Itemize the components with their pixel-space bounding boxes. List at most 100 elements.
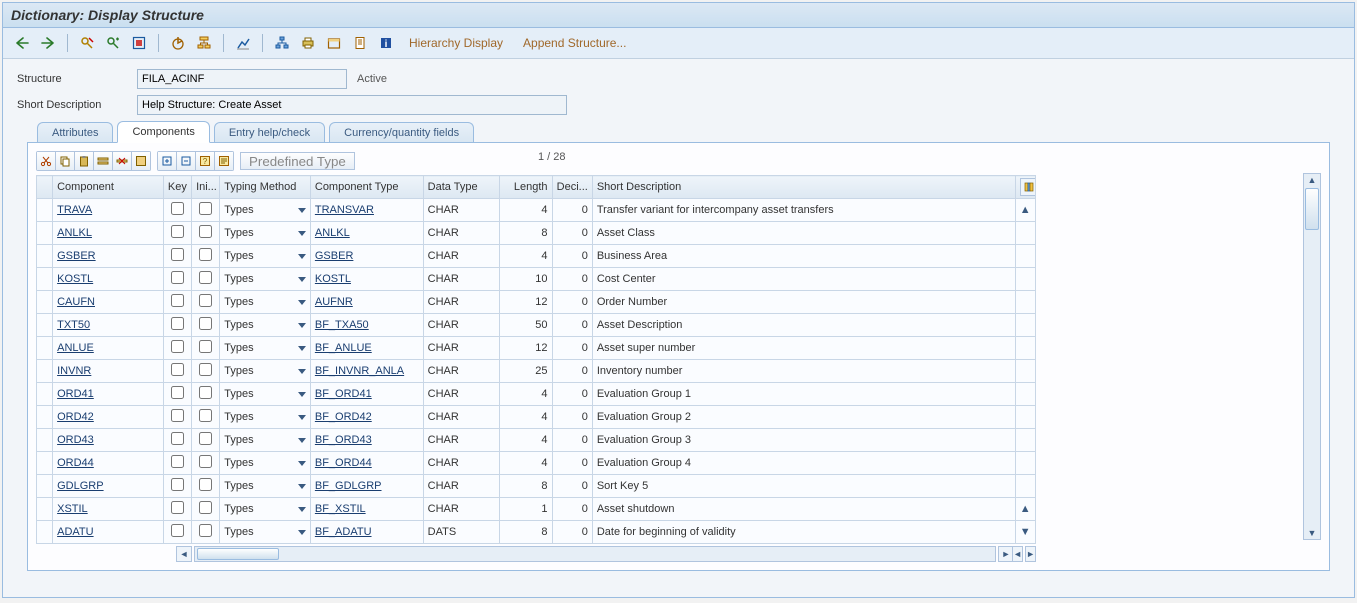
ini-checkbox[interactable] (199, 501, 212, 514)
ini-checkbox[interactable] (199, 386, 212, 399)
component-link[interactable]: ANLKL (57, 227, 92, 239)
ini-checkbox[interactable] (199, 340, 212, 353)
cell-component[interactable]: GSBER (53, 245, 164, 268)
ini-checkbox[interactable] (199, 317, 212, 330)
chevron-down-icon[interactable] (298, 346, 306, 351)
ini-checkbox[interactable] (199, 409, 212, 422)
key-checkbox[interactable] (171, 248, 184, 261)
component-link[interactable]: TRAVA (57, 204, 92, 216)
component-link[interactable]: ANLUE (57, 342, 94, 354)
key-checkbox[interactable] (171, 455, 184, 468)
ini-checkbox[interactable] (199, 524, 212, 537)
chevron-down-icon[interactable] (298, 323, 306, 328)
cell-typing[interactable]: Types (220, 337, 311, 360)
delete-row-button[interactable] (113, 151, 132, 171)
where-used-button[interactable] (193, 32, 215, 54)
hierarchy-display-link[interactable]: Hierarchy Display (401, 36, 511, 50)
v-scrollbar[interactable]: ▲ ▼ (1303, 173, 1321, 540)
key-checkbox[interactable] (171, 409, 184, 422)
cell-typing[interactable]: Types (220, 429, 311, 452)
chevron-down-icon[interactable] (298, 461, 306, 466)
ini-checkbox[interactable] (199, 271, 212, 284)
other-object-button[interactable] (102, 32, 124, 54)
cell-key[interactable] (163, 245, 191, 268)
cell-component[interactable]: INVNR (53, 360, 164, 383)
cell-typing[interactable]: Types (220, 245, 311, 268)
cell-typing[interactable]: Types (220, 452, 311, 475)
cell-component[interactable]: TRAVA (53, 199, 164, 222)
component-link[interactable]: ORD43 (57, 434, 94, 446)
cell-component[interactable]: CAUFN (53, 291, 164, 314)
cell-ini[interactable] (192, 314, 220, 337)
tab-currency[interactable]: Currency/quantity fields (329, 122, 474, 143)
cell-ini[interactable] (192, 383, 220, 406)
chevron-down-icon[interactable] (298, 300, 306, 305)
cell-typing[interactable]: Types (220, 222, 311, 245)
col-key[interactable]: Key (163, 176, 191, 199)
cell-ini[interactable] (192, 291, 220, 314)
col-deci[interactable]: Deci... (552, 176, 592, 199)
cell-typing[interactable]: Types (220, 406, 311, 429)
select-all-button[interactable] (132, 151, 151, 171)
graphic-button[interactable] (232, 32, 254, 54)
cell-ini[interactable] (192, 245, 220, 268)
col-typing[interactable]: Typing Method (220, 176, 311, 199)
ini-checkbox[interactable] (199, 225, 212, 238)
scroll-right2-icon[interactable]: ► (1025, 546, 1036, 562)
cell-key[interactable] (163, 429, 191, 452)
structure-field[interactable] (137, 69, 347, 89)
ctype-link[interactable]: BF_ORD42 (315, 411, 372, 423)
tab-components[interactable]: Components (117, 121, 209, 143)
col-desc[interactable]: Short Description (592, 176, 1015, 199)
cut-button[interactable] (36, 151, 56, 171)
component-link[interactable]: CAUFN (57, 296, 95, 308)
chevron-down-icon[interactable] (298, 415, 306, 420)
component-link[interactable]: KOSTL (57, 273, 93, 285)
cell-key[interactable] (163, 452, 191, 475)
key-checkbox[interactable] (171, 225, 184, 238)
key-checkbox[interactable] (171, 432, 184, 445)
ini-checkbox[interactable] (199, 478, 212, 491)
row-marker[interactable] (37, 245, 53, 268)
ctype-link[interactable]: KOSTL (315, 273, 351, 285)
component-link[interactable]: TXT50 (57, 319, 90, 331)
ctype-link[interactable]: BF_GDLGRP (315, 480, 382, 492)
chevron-down-icon[interactable] (298, 208, 306, 213)
tab-entry-help[interactable]: Entry help/check (214, 122, 325, 143)
expand-button[interactable] (157, 151, 177, 171)
cell-typing[interactable]: Types (220, 199, 311, 222)
ctype-link[interactable]: ANLKL (315, 227, 350, 239)
row-marker[interactable] (37, 199, 53, 222)
cell-ini[interactable] (192, 268, 220, 291)
component-link[interactable]: ADATU (57, 526, 93, 538)
ctype-link[interactable]: GSBER (315, 250, 354, 262)
cell-key[interactable] (163, 383, 191, 406)
cell-ctype[interactable]: TRANSVAR (310, 199, 423, 222)
cell-ctype[interactable]: KOSTL (310, 268, 423, 291)
cell-component[interactable]: TXT50 (53, 314, 164, 337)
hierarchy-icon[interactable] (271, 32, 293, 54)
cell-ini[interactable] (192, 429, 220, 452)
cell-ctype[interactable]: BF_XSTIL (310, 498, 423, 521)
cell-ctype[interactable]: BF_GDLGRP (310, 475, 423, 498)
ini-checkbox[interactable] (199, 294, 212, 307)
chevron-down-icon[interactable] (298, 392, 306, 397)
cell-typing[interactable]: Types (220, 360, 311, 383)
cell-ini[interactable] (192, 222, 220, 245)
col-config[interactable] (1015, 176, 1035, 199)
cell-ctype[interactable]: ANLKL (310, 222, 423, 245)
cell-typing[interactable]: Types (220, 268, 311, 291)
key-checkbox[interactable] (171, 202, 184, 215)
scroll-left2-icon[interactable]: ◄ (1012, 546, 1023, 562)
ctype-link[interactable]: BF_ORD44 (315, 457, 372, 469)
cell-ini[interactable] (192, 475, 220, 498)
ini-checkbox[interactable] (199, 455, 212, 468)
search-help-button[interactable]: ? (196, 151, 215, 171)
table-settings-icon[interactable] (1020, 178, 1036, 196)
col-length[interactable]: Length (500, 176, 552, 199)
copy-button[interactable] (56, 151, 75, 171)
print-button[interactable] (297, 32, 319, 54)
cell-component[interactable]: ANLUE (53, 337, 164, 360)
col-ini[interactable]: Ini... (192, 176, 220, 199)
cell-ctype[interactable]: BF_ORD41 (310, 383, 423, 406)
